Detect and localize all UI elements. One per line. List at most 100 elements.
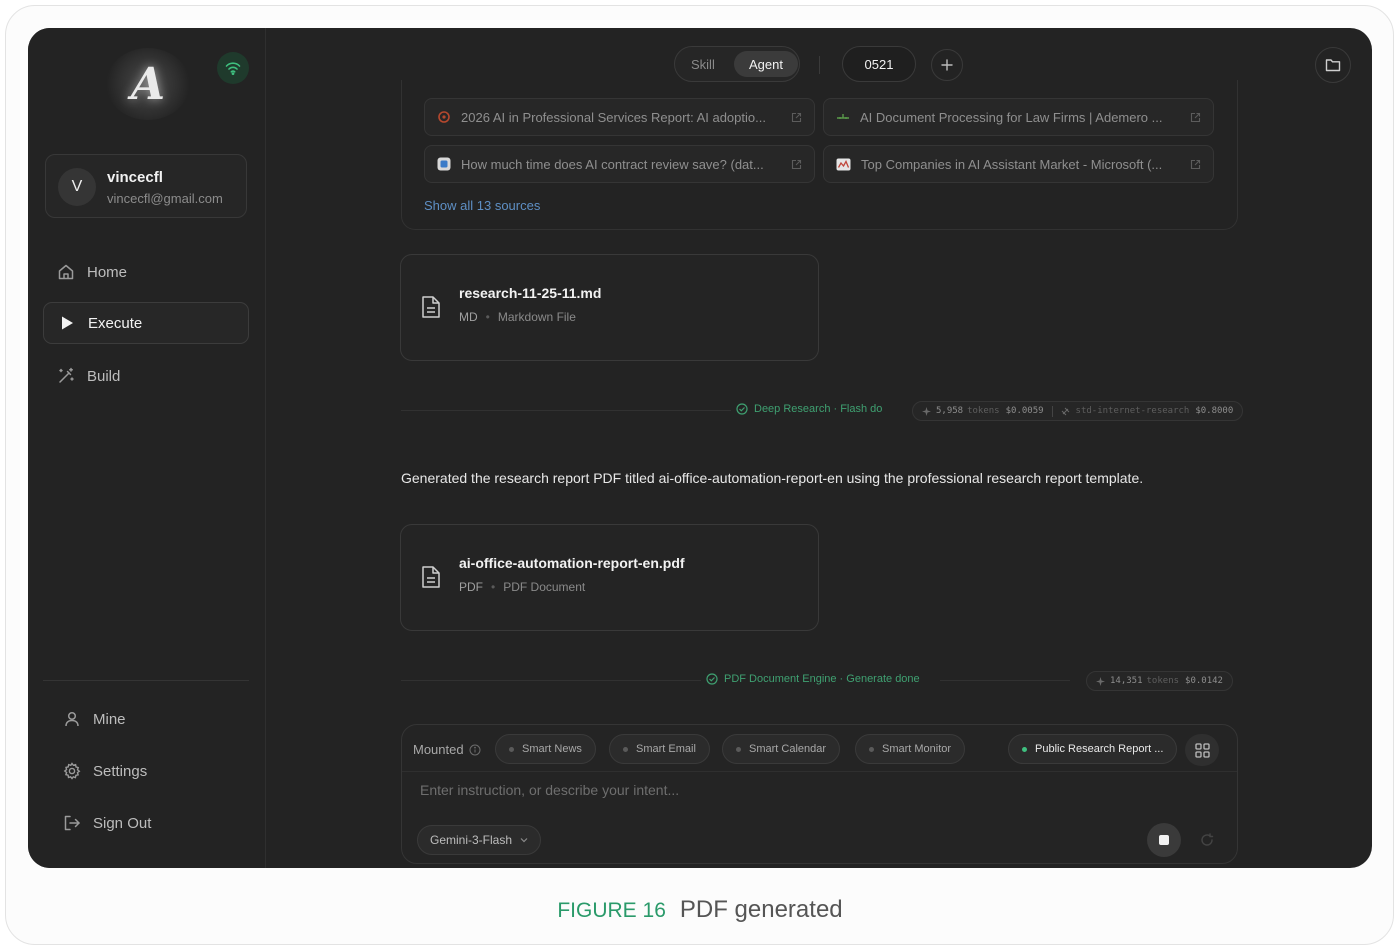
skill-chip-label: Smart Email: [636, 743, 696, 755]
session-tab[interactable]: 0521: [842, 46, 916, 82]
nav-sign-out[interactable]: Sign Out: [43, 802, 249, 844]
skill-chip-label: Public Research Report ...: [1035, 743, 1164, 755]
token-usage-badge: 5,958 tokens $0.0059 std-internet-resear…: [912, 401, 1244, 421]
figure-title: PDF generated: [679, 896, 843, 923]
model-selector[interactable]: Gemini-3-Flash: [417, 825, 541, 855]
nav-execute[interactable]: Execute: [43, 302, 249, 344]
skill-chip-label: Smart Monitor: [882, 743, 952, 755]
stop-icon: [1159, 835, 1169, 845]
status-divider: [401, 680, 701, 681]
source-favicon-icon: [438, 111, 450, 123]
nav-build[interactable]: Build: [43, 355, 249, 397]
source-title: 2026 AI in Professional Services Report:…: [461, 109, 766, 125]
skill-chip-public-research-report[interactable]: Public Research Report ...: [1008, 734, 1178, 764]
source-favicon-icon: [836, 158, 851, 170]
figure-caption: FIGURE 16 PDF generated: [0, 896, 1400, 924]
status-label: PDF Document Engine · Generate done: [724, 673, 920, 685]
status-divider: [940, 680, 1070, 681]
home-icon: [58, 264, 74, 280]
mounted-label: Mounted: [413, 742, 481, 757]
status-divider: [401, 410, 731, 411]
skills-grid-button[interactable]: [1185, 734, 1219, 766]
source-favicon-icon: [437, 157, 451, 171]
avatar: V: [58, 168, 96, 206]
nav-sign-out-label: Sign Out: [93, 814, 152, 832]
magic-wand-icon: [59, 367, 74, 383]
tool-name: std-internet-research: [1075, 406, 1190, 416]
source-link[interactable]: Top Companies in AI Assistant Market - M…: [823, 145, 1214, 183]
input-divider: [402, 771, 1237, 772]
file-type: PDF Document: [503, 580, 586, 594]
nav-settings[interactable]: Settings: [43, 750, 249, 792]
source-title: How much time does AI contract review sa…: [461, 156, 764, 172]
sidebar-divider: [43, 680, 249, 681]
document-icon: [422, 566, 440, 588]
logout-icon: [64, 815, 80, 831]
nav-settings-label: Settings: [93, 762, 148, 780]
folder-button[interactable]: [1315, 47, 1351, 83]
document-icon: [422, 296, 440, 318]
user-card[interactable]: V vincecfl vincecfl@gmail.com: [45, 154, 247, 218]
token-unit: tokens: [1146, 676, 1180, 686]
file-name: research-11-25-11.md: [459, 285, 602, 301]
skill-chip-smart-news[interactable]: Smart News: [495, 734, 596, 764]
token-icon: [922, 406, 931, 416]
source-title: AI Document Processing for Law Firms | A…: [860, 109, 1163, 125]
nav-mine-label: Mine: [93, 710, 126, 728]
external-link-icon: [1190, 112, 1201, 122]
play-icon: [62, 316, 73, 330]
skill-chip-smart-calendar[interactable]: Smart Calendar: [722, 734, 841, 764]
nav-mine[interactable]: Mine: [43, 698, 249, 740]
assistant-message: Generated the research report PDF titled…: [401, 470, 1144, 486]
skill-chip-smart-monitor[interactable]: Smart Monitor: [855, 734, 966, 764]
token-count: 5,958: [936, 406, 964, 416]
refresh-icon: [1201, 833, 1214, 846]
file-extension: MD: [459, 310, 478, 324]
source-link[interactable]: AI Document Processing for Law Firms | A…: [823, 98, 1214, 136]
wifi-icon[interactable]: [217, 52, 249, 84]
file-name: ai-office-automation-report-en.pdf: [459, 555, 685, 571]
info-icon[interactable]: [469, 744, 481, 756]
instruction-input[interactable]: [420, 777, 1200, 803]
token-usage-badge: 14,351 tokens $0.0142: [1086, 671, 1233, 691]
skill-chip-label: Smart News: [522, 743, 582, 755]
file-card-pdf[interactable]: ai-office-automation-report-en.pdf PDF • P…: [400, 524, 819, 631]
show-all-sources-link[interactable]: Show all 13 sources: [424, 198, 540, 213]
status-label: Deep Research · Flash do: [754, 403, 883, 415]
file-card-md[interactable]: research-11-25-11.md MD • Markdown File: [400, 254, 819, 361]
app-logo[interactable]: A: [106, 48, 190, 120]
source-link[interactable]: How much time does AI contract review sa…: [424, 145, 815, 183]
status-deep-research: Deep Research · Flash do: [736, 403, 882, 415]
source-title: Top Companies in AI Assistant Market - M…: [861, 156, 1163, 172]
check-circle-icon: [736, 403, 748, 415]
refresh-button[interactable]: [1190, 823, 1224, 857]
token-icon: [1096, 676, 1105, 686]
source-link[interactable]: 2026 AI in Professional Services Report:…: [424, 98, 815, 136]
model-name: Gemini-3-Flash: [430, 833, 513, 847]
user-email: vincecfl@gmail.com: [107, 191, 223, 206]
token-cost: $0.0142: [1185, 676, 1223, 686]
tool-cost: $0.8000: [1195, 406, 1234, 416]
input-panel: Mounted Smart News Smart Email Smart Cal…: [401, 724, 1238, 864]
nav-home[interactable]: Home: [43, 251, 249, 293]
grid-icon: [1194, 742, 1210, 758]
external-link-icon: [791, 112, 802, 122]
mode-skill-tab[interactable]: Skill: [691, 57, 715, 72]
gear-icon: [63, 762, 81, 780]
file-meta: MD • Markdown File: [459, 310, 576, 324]
token-cost: $0.0059: [1005, 406, 1044, 416]
skill-chip-smart-email[interactable]: Smart Email: [609, 734, 710, 764]
logo-letter: A: [130, 58, 166, 110]
user-name: vincecfl: [107, 169, 163, 186]
folder-icon: [1325, 59, 1341, 72]
chevron-down-icon: [520, 838, 528, 843]
external-link-icon: [1190, 159, 1201, 169]
nav-build-label: Build: [87, 367, 121, 385]
mode-agent-tab[interactable]: Agent: [734, 51, 798, 77]
mounted-label-text: Mounted: [413, 742, 464, 757]
sidebar: A V vincecfl vincecfl@gmail.com Home Exe…: [28, 28, 266, 868]
stop-button[interactable]: [1147, 823, 1181, 857]
add-session-button[interactable]: [931, 49, 963, 81]
token-count: 14,351: [1110, 676, 1143, 686]
file-meta: PDF • PDF Document: [459, 580, 586, 594]
